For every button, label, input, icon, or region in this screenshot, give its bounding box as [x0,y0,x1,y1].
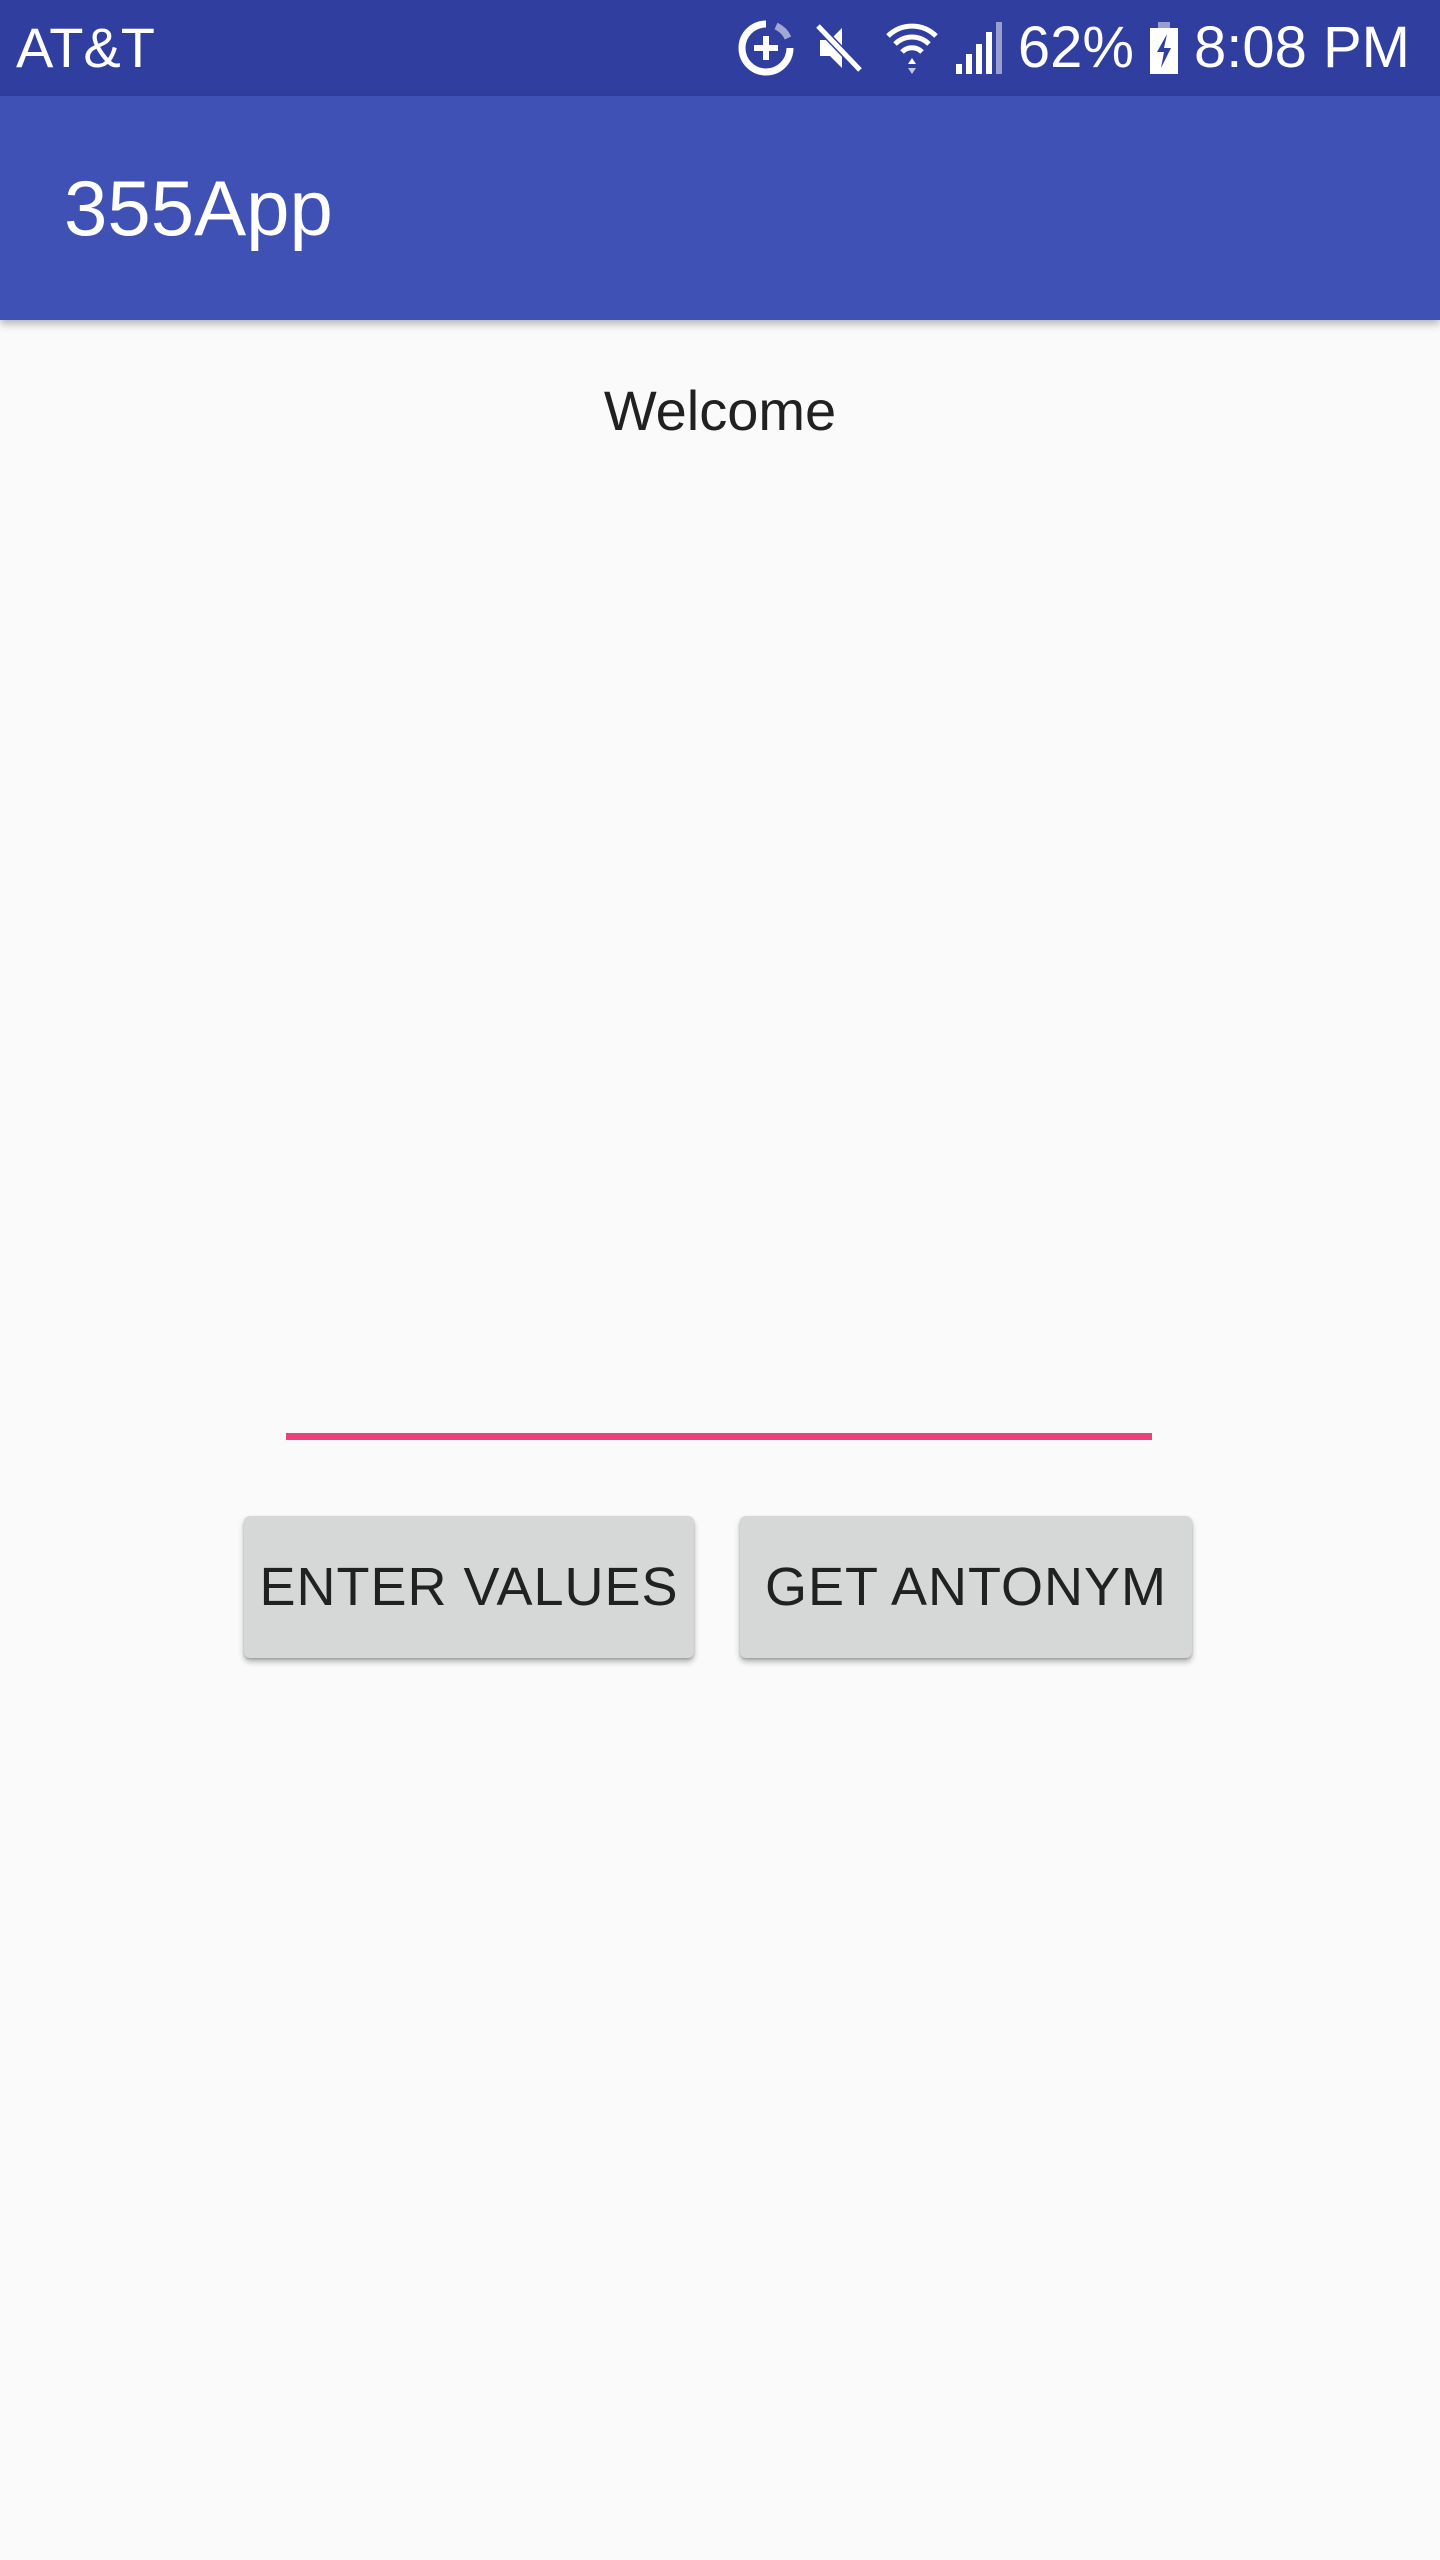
wifi-icon [884,0,940,96]
carrier-label: AT&T [16,16,155,79]
status-right-group: 62% 8:08 PM [736,0,1410,96]
enter-values-button[interactable]: ENTER VALUES [244,1516,694,1658]
status-bar: AT&T 62% 8:08 PM [0,0,1440,96]
data-saver-icon [736,0,796,96]
app-bar: 355App [0,96,1440,320]
mute-icon [810,0,870,96]
signal-icon [954,0,1004,96]
app-screen: AT&T 62% 8:08 PM 355App Welcome ENTER VA… [0,0,1440,2560]
clock-label: 8:08 PM [1194,15,1410,80]
battery-charging-icon [1148,0,1180,96]
get-antonym-button[interactable]: GET ANTONYM [740,1516,1192,1658]
battery-percent-label: 62% [1017,15,1134,80]
app-title: 355App [64,164,333,252]
value-input[interactable] [286,1360,1152,1440]
welcome-text: Welcome [603,379,837,442]
